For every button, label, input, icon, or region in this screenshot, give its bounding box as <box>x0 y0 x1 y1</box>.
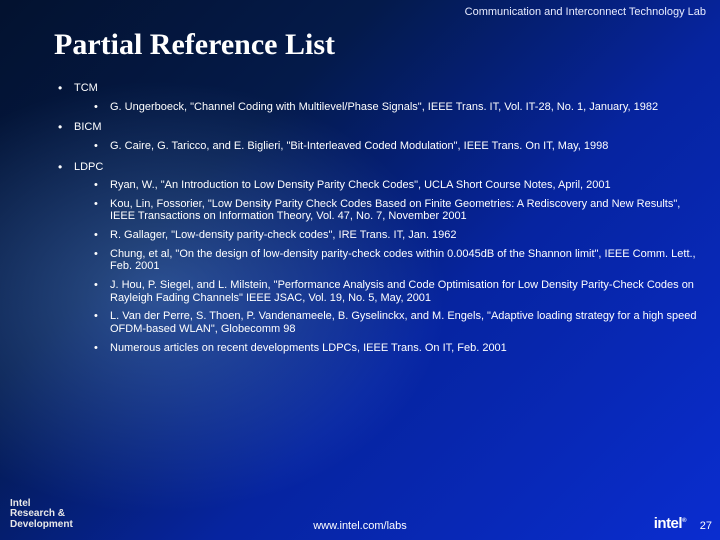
section-label: LDPC <box>58 161 700 174</box>
section-label: TCM <box>58 82 700 95</box>
slide: Communication and Interconnect Technolog… <box>0 0 720 540</box>
reference-item: Chung, et al, "On the design of low-dens… <box>94 248 700 273</box>
registered-mark: ® <box>682 518 686 524</box>
footer-org-line: Research & <box>10 508 65 519</box>
reference-item: Ryan, W., "An Introduction to Low Densit… <box>94 179 700 192</box>
content-area: TCM G. Ungerboeck, "Channel Coding with … <box>58 82 700 362</box>
reference-item: L. Van der Perre, S. Thoen, P. Vandename… <box>94 310 700 335</box>
reference-item: Numerous articles on recent developments… <box>94 342 700 355</box>
section-tcm: TCM G. Ungerboeck, "Channel Coding with … <box>58 82 700 113</box>
footer-org-line: Intel <box>10 498 31 509</box>
footer-url: www.intel.com/labs <box>0 520 720 532</box>
logo-text: intel <box>654 515 682 532</box>
slide-title: Partial Reference List <box>54 28 335 62</box>
intel-logo: intel® <box>654 515 686 532</box>
section-bicm: BICM G. Caire, G. Taricco, and E. Biglie… <box>58 121 700 152</box>
reference-item: G. Caire, G. Taricco, and E. Biglieri, "… <box>94 140 700 153</box>
reference-item: Kou, Lin, Fossorier, "Low Density Parity… <box>94 198 700 223</box>
section-ldpc: LDPC Ryan, W., "An Introduction to Low D… <box>58 161 700 355</box>
header-lab-label: Communication and Interconnect Technolog… <box>465 6 706 18</box>
reference-item: G. Ungerboeck, "Channel Coding with Mult… <box>94 101 700 114</box>
page-number: 27 <box>700 520 712 532</box>
section-label: BICM <box>58 121 700 134</box>
reference-item: J. Hou, P. Siegel, and L. Milstein, "Per… <box>94 279 700 304</box>
reference-item: R. Gallager, "Low-density parity-check c… <box>94 229 700 242</box>
